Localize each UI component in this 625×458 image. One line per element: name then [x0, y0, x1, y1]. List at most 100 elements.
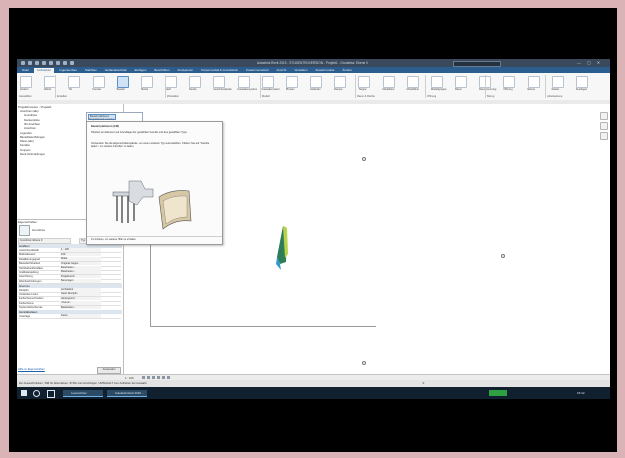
ribbon-button-10[interactable]	[261, 76, 274, 88]
property-value[interactable]: Mittel	[60, 257, 101, 261]
browser-item[interactable]: Bauteillisten/Mengen	[20, 136, 45, 139]
tab-9[interactable]: Zusammenarbeit	[243, 68, 272, 73]
redo-icon[interactable]	[49, 60, 53, 65]
tab-10[interactable]: Ansicht	[274, 68, 290, 73]
windows-start-icon[interactable]	[21, 390, 27, 396]
ribbon-button-16[interactable]	[406, 76, 419, 88]
tab-11[interactable]: Verwalten	[291, 68, 310, 73]
tab-6[interactable]: Beschriften	[151, 68, 172, 73]
ribbon-button-8[interactable]	[213, 76, 226, 88]
viewcube-icon[interactable]	[600, 112, 608, 120]
3d-view-icon[interactable]	[70, 60, 74, 65]
ribbon-button-12[interactable]	[310, 76, 322, 88]
close-button[interactable]: ✕	[597, 60, 600, 65]
quick-access-toolbar	[21, 60, 74, 66]
tooltip-title: Bauteil platzieren (CM)	[91, 125, 119, 128]
placed-component-preview[interactable]	[269, 224, 299, 284]
ribbon-button-9[interactable]	[237, 76, 250, 88]
ribbon-button-label: Fassadenraster	[261, 88, 280, 91]
zoom-icon[interactable]	[600, 122, 608, 130]
browser-item[interactable]: Ansichten (alle)	[20, 110, 39, 113]
browser-item[interactable]: Revit-Verknüpfungen	[20, 153, 45, 156]
property-group[interactable]: Identitätsdaten	[18, 310, 122, 314]
taskbar-item-revit[interactable]: Autodesk Revit 2019 ...	[107, 389, 147, 397]
ribbon-button-23[interactable]	[575, 76, 588, 88]
undo-icon[interactable]	[42, 60, 46, 65]
sun-path-icon[interactable]	[152, 376, 155, 379]
property-group[interactable]: Grenzen	[18, 283, 122, 288]
tab-7[interactable]: Analysieren	[174, 68, 196, 73]
ribbon-button-0[interactable]	[20, 76, 32, 88]
ribbon-button-13[interactable]	[334, 76, 347, 88]
property-value[interactable]: Nach Disziplin	[60, 292, 101, 296]
ribbon-button-22[interactable]	[551, 76, 564, 88]
browser-item[interactable]: 3D-Ansichten	[24, 123, 40, 126]
pan-icon[interactable]	[600, 132, 608, 140]
property-value[interactable]: Bearbeiten...	[60, 270, 101, 274]
save-icon[interactable]	[35, 60, 39, 65]
taskbar-item-browser[interactable]: Lesezeichen	[63, 389, 103, 397]
clock[interactable]: 15:42	[577, 391, 585, 395]
tab-4[interactable]: Gebäudetechnik	[102, 68, 130, 73]
property-value[interactable]: Hintergrund	[60, 296, 101, 301]
maximize-button[interactable]: ▢	[587, 60, 591, 65]
tab-5[interactable]: Einfügen	[132, 68, 150, 73]
property-value[interactable]: Original zeigen	[60, 261, 101, 266]
property-value[interactable]: Bereinigen	[60, 279, 101, 283]
tab-8[interactable]: Körpermodell & Grundstück	[198, 68, 241, 73]
ribbon-button-11[interactable]	[285, 76, 298, 88]
ribbon-button-5[interactable]	[140, 76, 153, 88]
visual-style-icon[interactable]	[147, 376, 150, 379]
search-icon[interactable]	[33, 390, 40, 397]
properties-help-link[interactable]: Hilfe zu Eigenschaften	[18, 368, 45, 371]
elevation-marker-north[interactable]	[362, 157, 366, 161]
ribbon-button-3[interactable]	[92, 76, 105, 88]
property-value[interactable]: Projektnord	[60, 274, 101, 279]
ribbon-button-18[interactable]	[455, 76, 467, 88]
property-value[interactable]: Bearbeiten...	[60, 266, 101, 270]
browser-item[interactable]: Deckenpläne	[24, 119, 40, 122]
print-icon[interactable]	[56, 60, 60, 65]
ribbon-button-15[interactable]	[382, 76, 395, 88]
browser-item[interactable]: Ansichten	[24, 127, 36, 130]
ribbon-button-7[interactable]	[189, 76, 202, 88]
ribbon-button-4[interactable]	[116, 76, 129, 88]
property-value[interactable]: <Keine>	[60, 301, 101, 305]
tab-12[interactable]: Zusatzmodule	[313, 68, 338, 73]
tray-app-icon[interactable]	[489, 390, 507, 396]
open-icon[interactable]	[28, 60, 32, 65]
crop-icon[interactable]	[162, 376, 165, 379]
ribbon-button-20[interactable]	[503, 76, 516, 88]
property-value[interactable]: Keine	[60, 314, 101, 318]
minimize-button[interactable]: —	[577, 60, 581, 65]
browser-item[interactable]: Grundrisse	[24, 114, 37, 117]
ribbon-button-label: Modellgruppe	[430, 88, 447, 91]
app-menu-icon[interactable]	[21, 60, 25, 65]
elevation-marker-east[interactable]	[501, 254, 505, 258]
ribbon-button-14[interactable]	[358, 76, 371, 88]
detail-level-icon[interactable]	[142, 376, 145, 379]
shadows-icon[interactable]	[157, 376, 160, 379]
property-value[interactable]: Bearbeiten...	[60, 305, 101, 310]
temporary-hide-icon[interactable]	[167, 376, 170, 379]
browser-item[interactable]: Gruppen	[20, 149, 30, 152]
ribbon-button-2[interactable]	[68, 76, 81, 88]
browser-item[interactable]: Familien	[20, 144, 30, 147]
property-value[interactable]: 100	[60, 252, 101, 257]
ribbon-button-17[interactable]	[430, 76, 443, 88]
measure-icon[interactable]	[63, 60, 67, 65]
tab-2[interactable]: Ingenieurbau	[56, 68, 80, 73]
browser-item[interactable]: Legenden	[20, 132, 32, 135]
browser-item[interactable]: Pläne (alle)	[20, 140, 34, 143]
elevation-marker-south[interactable]	[362, 361, 366, 365]
apply-button[interactable]: Anwenden	[97, 367, 121, 374]
tab-3[interactable]: Stahlbau	[82, 68, 100, 73]
task-view-icon[interactable]	[47, 390, 55, 398]
tab-0[interactable]: Datei	[19, 68, 32, 73]
tab-1[interactable]: Architektur	[34, 67, 55, 73]
property-value[interactable]: Architektur	[60, 288, 101, 292]
tab-13[interactable]: Ändern	[339, 68, 355, 73]
ribbon-button-6[interactable]	[165, 76, 177, 88]
ribbon-button-21[interactable]	[527, 76, 540, 88]
property-value[interactable]: 1 : 100	[60, 248, 101, 252]
